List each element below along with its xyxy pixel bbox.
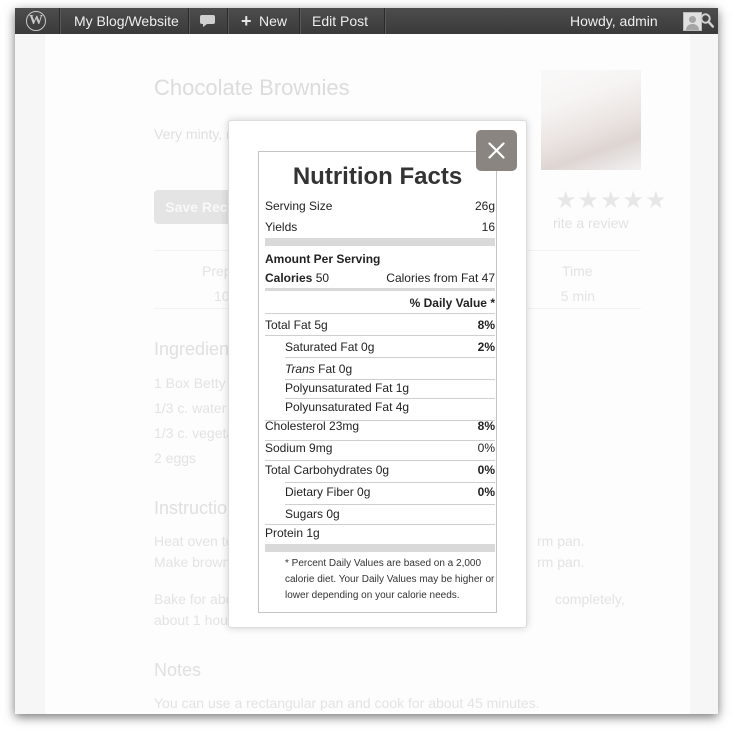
sugars-row: Sugars 0g — [265, 504, 495, 524]
separator — [59, 8, 61, 34]
calories-value: 50 — [315, 271, 330, 285]
yields-row: Yields 16 — [265, 217, 495, 237]
polyunsaturated-fat-row: Polyunsaturated Fat 4g — [265, 397, 495, 417]
sodium-label: Sodium 9mg — [265, 441, 333, 455]
saturated-fat-row: Saturated Fat 0g 2% — [265, 337, 495, 357]
thick-divider — [265, 544, 495, 552]
separator — [384, 8, 386, 34]
calories-row: Calories 50 Calories from Fat 47 — [265, 268, 495, 288]
amount-per-serving-label: Amount Per Serving — [265, 252, 381, 266]
total-fat-row: Total Fat 5g 8% — [265, 315, 495, 335]
admin-bar: W My Blog/Website + New Edit Post Howdy,… — [15, 8, 718, 34]
carbohydrates-label: Total Carbohydrates 0g — [265, 463, 390, 477]
protein-label: Protein 1g — [265, 526, 320, 540]
daily-value-header: % Daily Value * — [409, 296, 495, 310]
dietary-fiber-pct: 0% — [477, 485, 495, 499]
separator — [227, 8, 229, 34]
nutrition-facts-label: Nutrition Facts Serving Size 26g Yields … — [258, 151, 497, 613]
trans-italic: Trans — [285, 362, 315, 376]
total-fat-label: Total Fat 5g — [265, 318, 328, 332]
daily-value-footnote: * Percent Daily Values are based on a 2,… — [285, 558, 495, 601]
total-fat-pct: 8% — [477, 318, 495, 332]
nutrition-facts-title: Nutrition Facts — [292, 163, 463, 190]
sodium-row: Sodium 9mg 0% — [265, 438, 495, 458]
separator — [299, 8, 301, 34]
polyunsaturated-fat-label: Polyunsaturated Fat 4g — [285, 400, 410, 414]
cholesterol-label: Cholesterol 23mg — [265, 419, 360, 433]
browser-window: W My Blog/Website + New Edit Post Howdy,… — [15, 8, 718, 714]
calories-cell: Calories 50 — [265, 268, 329, 288]
plus-icon[interactable]: + — [241, 8, 252, 34]
trans-fat-row: Trans Fat 0g — [265, 359, 495, 379]
new-content-link[interactable]: New — [259, 8, 287, 34]
divider — [265, 335, 495, 336]
yields-label: Yields — [265, 220, 298, 234]
account-greeting[interactable]: Howdy, admin — [570, 8, 658, 34]
daily-value-header-row: % Daily Value * — [265, 293, 495, 313]
serving-size-row: Serving Size 26g — [265, 196, 495, 216]
serving-size-value: 26g — [474, 199, 495, 213]
polyunsaturated-fat-row: Polyunsaturated Fat 1g — [265, 378, 495, 398]
trans-fat-label: Trans Fat 0g — [285, 359, 352, 379]
amount-per-serving-row: Amount Per Serving — [265, 249, 495, 269]
calories-label: Calories — [265, 271, 313, 285]
polyunsaturated-fat-label: Polyunsaturated Fat 1g — [285, 381, 410, 395]
divider — [265, 313, 495, 314]
yields-value: 16 — [481, 220, 495, 234]
divider — [285, 357, 495, 358]
close-icon — [488, 142, 505, 159]
comments-icon[interactable] — [200, 15, 215, 28]
carbohydrates-row: Total Carbohydrates 0g 0% — [265, 460, 495, 480]
calories-from-fat: Calories from Fat 47 — [386, 271, 495, 285]
dietary-fiber-label: Dietary Fiber 0g — [285, 485, 371, 499]
carbohydrates-pct: 0% — [477, 463, 495, 477]
trans-fat-rest: Fat 0g — [314, 362, 353, 376]
cholesterol-row: Cholesterol 23mg 8% — [265, 416, 495, 436]
wordpress-logo-icon[interactable]: W — [26, 11, 46, 31]
saturated-fat-pct: 2% — [477, 340, 495, 354]
edit-post-link[interactable]: Edit Post — [312, 8, 368, 34]
serving-size-label: Serving Size — [265, 199, 333, 213]
site-name-link[interactable]: My Blog/Website — [74, 8, 179, 34]
sugars-label: Sugars 0g — [285, 507, 340, 521]
medium-divider — [265, 288, 495, 291]
protein-row: Protein 1g — [265, 523, 495, 543]
cholesterol-pct: 8% — [477, 419, 495, 433]
saturated-fat-label: Saturated Fat 0g — [285, 340, 375, 354]
thick-divider — [265, 238, 495, 246]
search-icon[interactable] — [700, 13, 714, 28]
close-button[interactable] — [476, 130, 517, 171]
sodium-pct: 0% — [477, 441, 495, 455]
dietary-fiber-row: Dietary Fiber 0g 0% — [265, 482, 495, 502]
separator — [188, 8, 190, 34]
